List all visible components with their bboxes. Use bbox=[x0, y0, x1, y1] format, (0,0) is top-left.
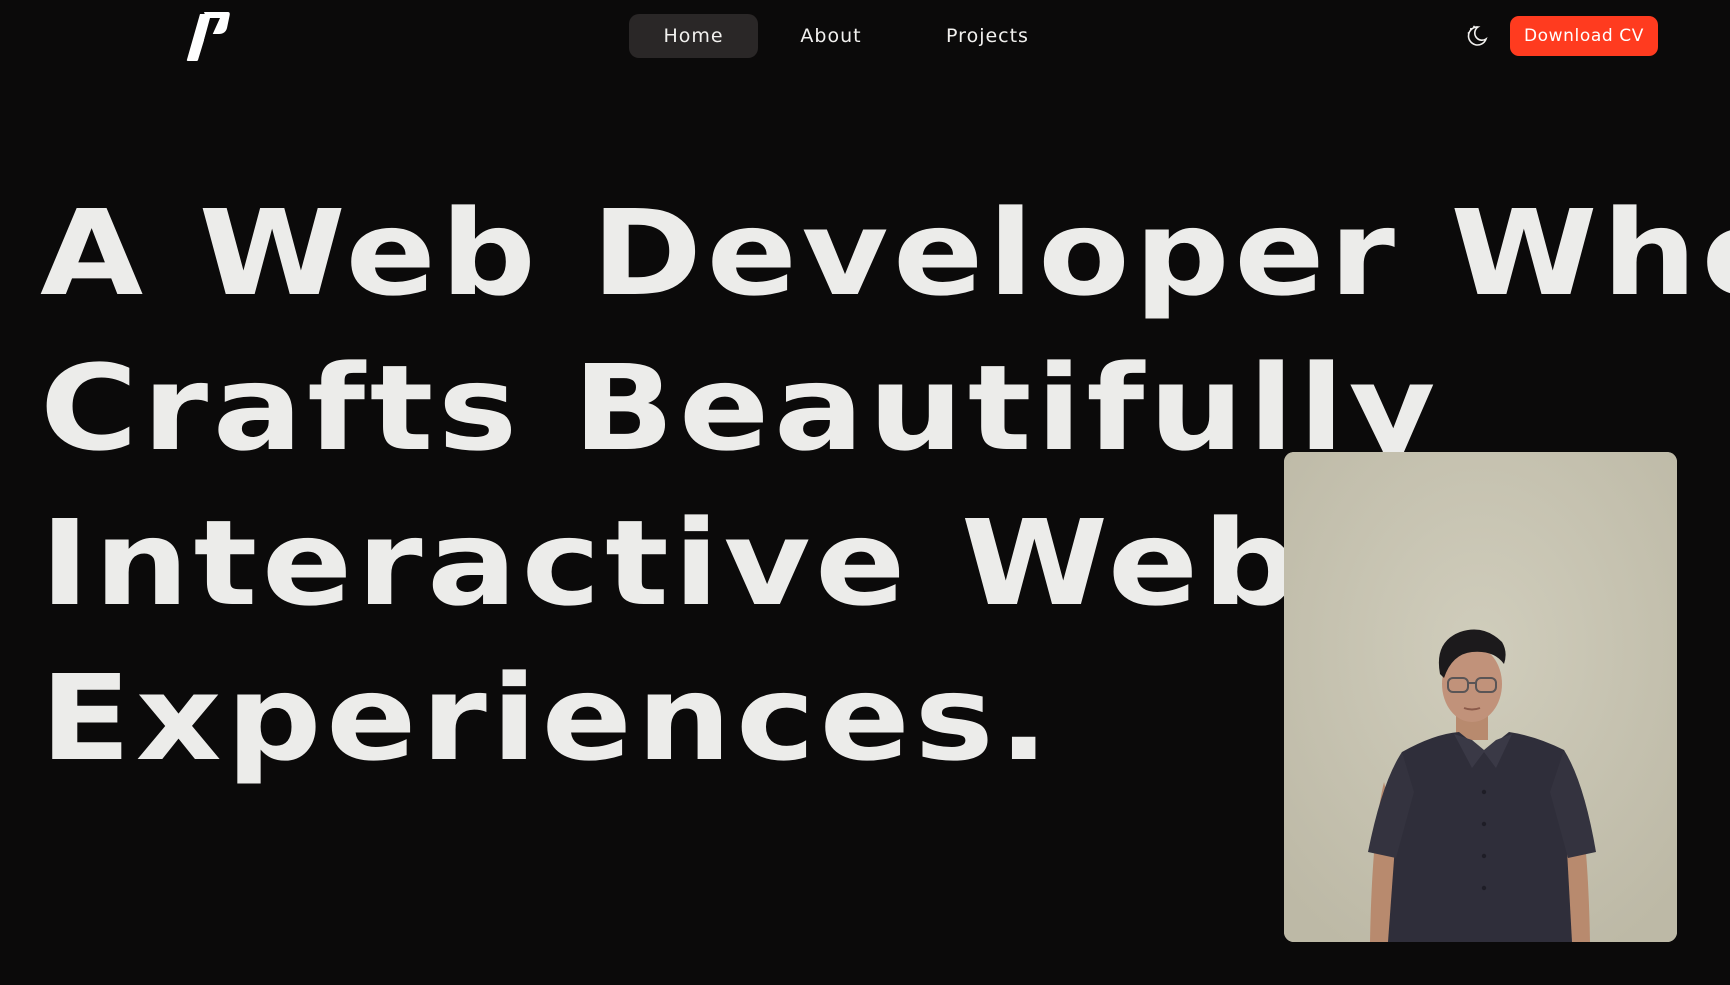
hero-line-1: A Web Developer Who bbox=[40, 184, 1730, 322]
p-monogram-logo[interactable] bbox=[184, 10, 230, 62]
nav-projects[interactable]: Projects bbox=[910, 14, 1065, 58]
nav-home[interactable]: Home bbox=[629, 14, 758, 58]
download-cv-button[interactable]: Download CV bbox=[1510, 16, 1658, 56]
moon-icon[interactable] bbox=[1464, 23, 1490, 49]
nav-about[interactable]: About bbox=[758, 14, 904, 58]
main-nav: Home About Projects bbox=[629, 14, 1065, 58]
portrait-photo bbox=[1284, 452, 1677, 942]
page: Home About Projects Download CV A Web De… bbox=[0, 0, 1730, 985]
